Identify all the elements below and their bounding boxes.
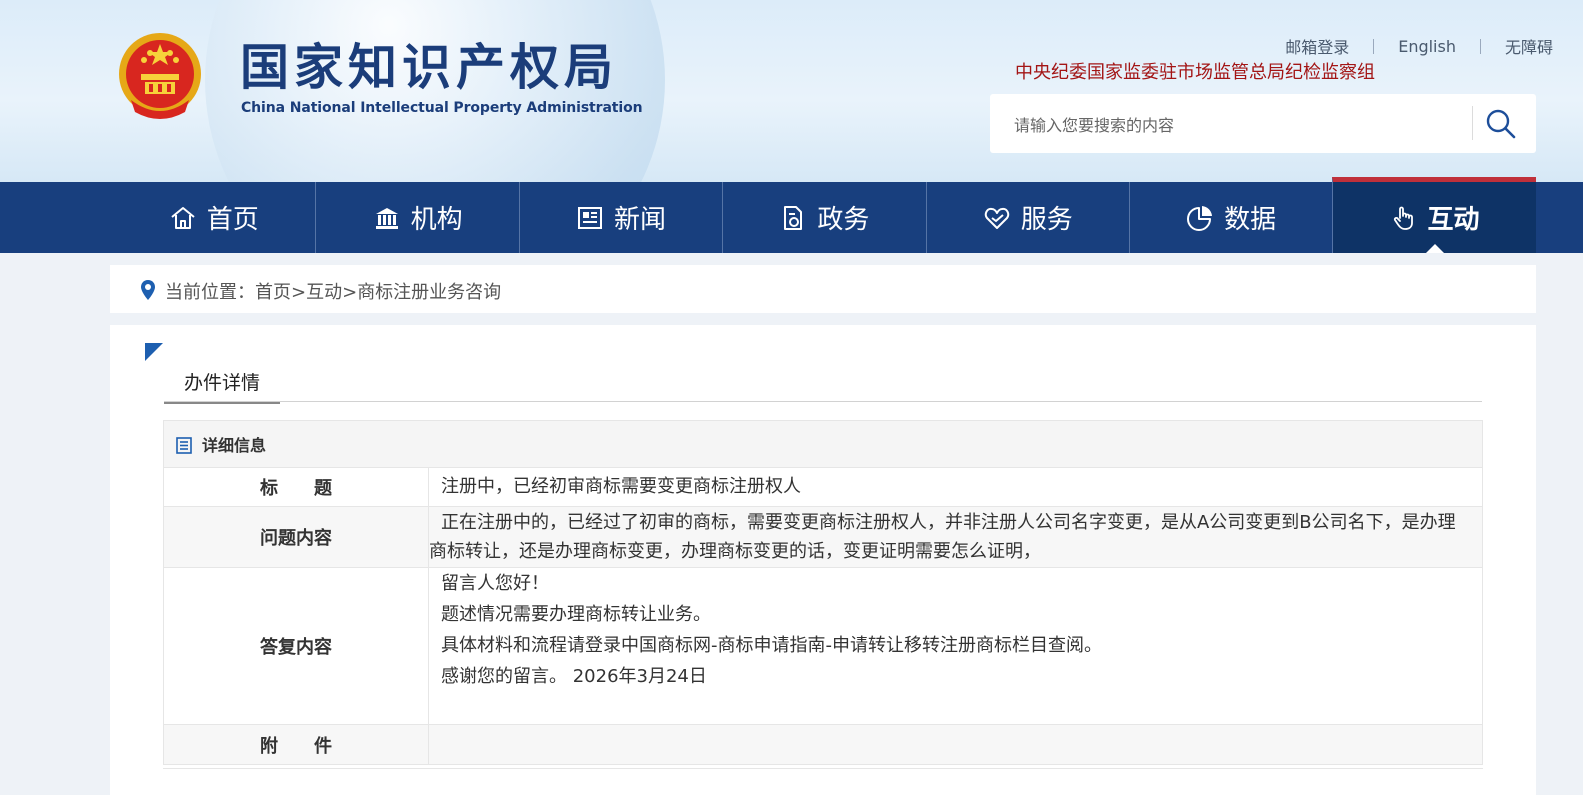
attachment-value (428, 724, 1483, 765)
search-icon[interactable] (1485, 108, 1517, 140)
search-divider (1472, 106, 1473, 140)
table-row: 问题内容 正在注册中的，已经过了初审的商标，需要变更商标注册权人，并非注册人公司… (163, 506, 1483, 568)
nav-item-data[interactable]: 数据 (1128, 182, 1332, 253)
hand-pointer-icon (1393, 206, 1413, 230)
answer-value: 留言人您好！ 题述情况需要办理商标转让业务。 具体材料和流程请登录中国商标网-商… (428, 567, 1483, 725)
title-value: 注册中，已经初审商标需要变更商标注册权人 (428, 467, 1483, 507)
answer-line: 留言人您好！ (441, 573, 549, 594)
site-title[interactable]: 国家知识产权局 (240, 38, 618, 98)
service-icon (984, 207, 1009, 229)
site-header: 国家知识产权局 China National Intellectual Prop… (0, 0, 1583, 182)
breadcrumb-text: 当前位置：首页>互动>商标注册业务咨询 (165, 278, 501, 304)
nav-label: 首页 (206, 205, 259, 235)
home-icon (171, 206, 195, 229)
table-row: 附 件 (163, 724, 1483, 765)
nav-label: 互动 (1427, 205, 1480, 235)
english-link[interactable]: English (1398, 37, 1456, 56)
main-nav: 首页 机构 新闻 政务 服务 数据 互动 (0, 177, 1583, 253)
government-affairs-icon (784, 205, 803, 230)
site-subtitle: China National Intellectual Property Adm… (241, 100, 643, 116)
institution-icon (375, 207, 398, 229)
nav-item-news[interactable]: 新闻 (518, 182, 722, 253)
divider (1479, 38, 1481, 54)
nav-label: 服务 (1020, 205, 1073, 235)
question-value: 正在注册中的，已经过了初审的商标，需要变更商标注册权人，并非注册人公司名字变更，… (428, 506, 1483, 568)
detail-header: 详细信息 (163, 420, 1483, 468)
nav-label: 数据 (1224, 205, 1277, 235)
top-links: 邮箱登录 English 无障碍 (1285, 34, 1553, 58)
nav-label: 政务 (817, 205, 870, 235)
nav-label: 新闻 (613, 205, 666, 235)
location-pin-icon (141, 280, 155, 300)
section-divider (164, 401, 1482, 402)
detail-header-label: 详细信息 (202, 436, 267, 455)
nav-item-government[interactable]: 政务 (722, 182, 925, 253)
breadcrumb-interaction[interactable]: 互动 (306, 282, 342, 303)
nav-label: 机构 (410, 205, 463, 235)
pie-chart-icon (1187, 205, 1213, 231)
breadcrumb: 当前位置：首页>互动>商标注册业务咨询 (110, 265, 1536, 313)
national-emblem-icon[interactable] (117, 30, 203, 122)
attachment-label: 附 件 (163, 724, 429, 765)
email-login-link[interactable]: 邮箱登录 (1285, 34, 1349, 58)
discipline-inspection-link[interactable]: 中央纪委国家监委驻市场监管总局纪检监察组 (1015, 58, 1375, 84)
breadcrumb-separator: > (342, 282, 358, 303)
corner-mark (145, 343, 163, 361)
answer-label: 答复内容 (163, 567, 429, 725)
nav-item-service[interactable]: 服务 (925, 182, 1129, 253)
breadcrumb-prefix: 当前位置： (165, 282, 255, 303)
table-row: 标 题 注册中，已经初审商标需要变更商标注册权人 (163, 467, 1483, 507)
news-icon (577, 206, 602, 229)
accessibility-link[interactable]: 无障碍 (1505, 34, 1553, 58)
nav-item-institution[interactable]: 机构 (315, 182, 518, 253)
detail-table: 详细信息 标 题 注册中，已经初审商标需要变更商标注册权人 问题内容 正在注册中… (163, 420, 1483, 765)
search-input[interactable] (1012, 109, 1456, 141)
question-label: 问题内容 (163, 506, 429, 568)
table-bottom-divider (163, 768, 1483, 769)
nav-item-interaction[interactable]: 互动 (1332, 177, 1536, 253)
title-label: 标 题 (163, 467, 429, 507)
list-icon (176, 437, 192, 454)
breadcrumb-current[interactable]: 商标注册业务咨询 (357, 282, 501, 303)
answer-line: 题述情况需要办理商标转让业务。 (441, 604, 711, 625)
breadcrumb-home[interactable]: 首页 (255, 282, 291, 303)
divider (1373, 38, 1375, 54)
nav-item-home[interactable]: 首页 (112, 182, 315, 253)
table-row: 答复内容 留言人您好！ 题述情况需要办理商标转让业务。 具体材料和流程请登录中国… (163, 567, 1483, 725)
answer-line: 感谢您的留言。 2026年3月24日 (441, 666, 707, 687)
breadcrumb-separator: > (291, 282, 307, 303)
search-box (990, 94, 1536, 153)
content-panel: 办件详情 详细信息 标 题 注册中，已经初审商标需要变更商标注册权人 问题内容 … (110, 325, 1536, 795)
tab-case-details[interactable]: 办件详情 (164, 369, 280, 404)
answer-line: 具体材料和流程请登录中国商标网-商标申请指南-申请转让移转注册商标栏目查阅。 (441, 635, 1102, 656)
